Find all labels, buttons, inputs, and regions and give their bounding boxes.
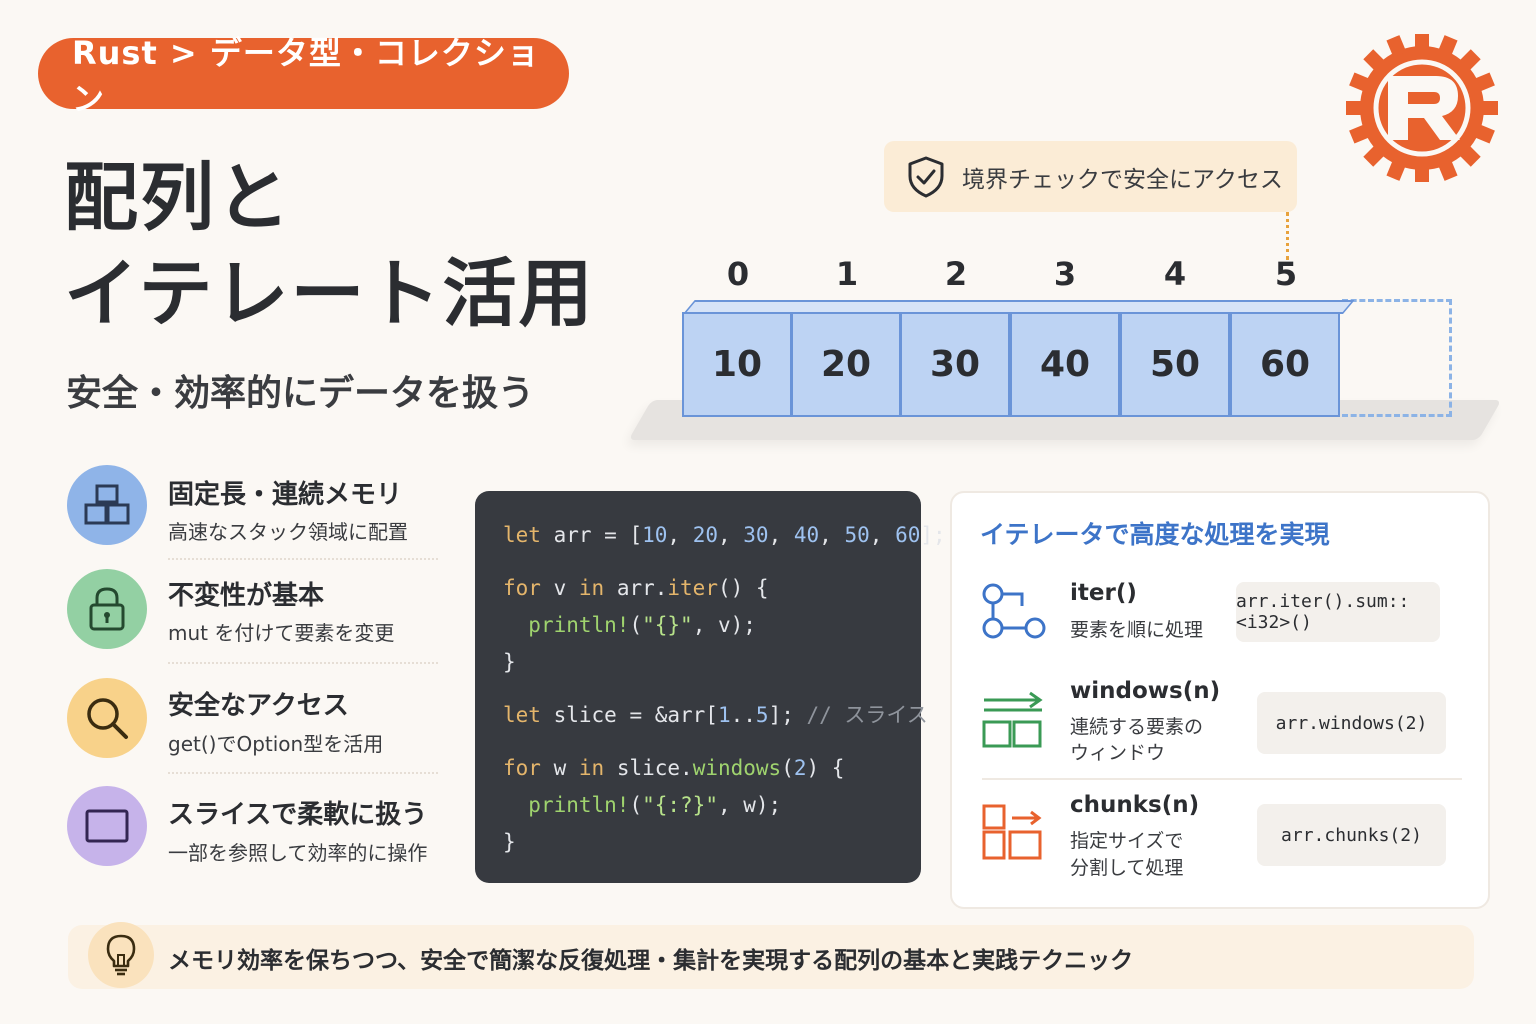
page-subtitle: 安全・効率的にデータを扱う xyxy=(66,373,535,414)
code-line: } xyxy=(503,650,516,674)
shield-check-icon xyxy=(908,156,944,197)
iterator-heading: イテレータで高度な処理を実現 xyxy=(980,520,1330,549)
code-block: let arr = [10, 20, 30, 40, 50, 60]; for … xyxy=(475,491,946,883)
array-cell: 30 xyxy=(900,312,1010,417)
code-line: for v in arr.iter() { xyxy=(503,576,769,600)
array-index: 5 xyxy=(1274,255,1298,293)
feature-icon-bg xyxy=(67,569,147,649)
divider xyxy=(168,558,438,560)
array-index: 0 xyxy=(726,255,750,293)
feature-desc: 一部を参照して効率的に操作 xyxy=(168,841,428,865)
feature-desc: get()でOption型を活用 xyxy=(168,732,384,756)
code-example-chip: arr.windows(2) xyxy=(1257,692,1446,754)
page-title: 配列と イテレート活用 xyxy=(64,150,595,342)
array-index: 1 xyxy=(835,255,859,293)
divider xyxy=(982,778,1462,780)
iterator-desc: 指定サイズで xyxy=(1070,830,1184,852)
divider xyxy=(168,772,438,774)
iterator-name: chunks(n) xyxy=(1070,792,1200,818)
array-cell: 10 xyxy=(682,312,792,417)
feature-title: 安全なアクセス xyxy=(168,691,349,721)
rust-logo xyxy=(1346,34,1498,182)
feature-desc: mut を付けて要素を変更 xyxy=(168,621,395,645)
feature-desc: 高速なスタック領域に配置 xyxy=(168,520,408,544)
lightbulb-icon xyxy=(106,934,136,976)
footer-text: メモリ効率を保ちつつ、安全で簡潔な反復処理・集計を実現する配列の基本と実践テクニ… xyxy=(168,948,1134,974)
feature-icon-bg xyxy=(67,678,147,758)
callout-connector xyxy=(1286,212,1289,260)
code-line: let slice = &arr[1..5]; // スライス xyxy=(503,703,928,727)
flow-nodes-icon xyxy=(982,583,1046,639)
array-index: 4 xyxy=(1163,255,1187,293)
slice-icon xyxy=(85,809,129,843)
chunk-boxes-icon xyxy=(982,804,1042,860)
array-cell: 40 xyxy=(1010,312,1120,417)
code-line: let arr = [10, 20, 30, 40, 50, 60]; xyxy=(503,523,946,547)
out-of-bounds-slot xyxy=(1342,299,1452,417)
array-index: 3 xyxy=(1053,255,1077,293)
feature-title: スライスで柔軟に扱う xyxy=(168,800,428,830)
iterator-desc: 要素を順に処理 xyxy=(1070,619,1204,641)
blocks-icon xyxy=(84,484,130,525)
code-example-chip: arr.chunks(2) xyxy=(1257,804,1446,866)
array-cell: 60 xyxy=(1230,312,1340,417)
title-line-1: 配列と xyxy=(64,155,292,241)
code-example-chip: arr.iter().sum::<i32>() xyxy=(1236,582,1440,642)
breadcrumb[interactable]: Rust > データ型・コレクション xyxy=(38,34,569,118)
divider xyxy=(168,662,438,664)
iterator-desc: 連続する要素の xyxy=(1070,716,1204,738)
window-boxes-icon xyxy=(982,691,1043,748)
array-index: 2 xyxy=(944,255,968,293)
iterator-name: iter() xyxy=(1070,580,1137,606)
feature-title: 不変性が基本 xyxy=(168,581,325,611)
callout-text: 境界チェックで安全にアクセス xyxy=(962,166,1283,193)
code-line: } xyxy=(503,830,516,854)
code-line: println!("{:?}", w); xyxy=(528,793,782,817)
iterator-name: windows(n) xyxy=(1070,678,1221,704)
array-cell: 20 xyxy=(791,312,901,417)
code-line: println!("{}", v); xyxy=(528,613,756,637)
search-icon xyxy=(87,698,128,739)
iterator-desc: 分割して処理 xyxy=(1070,857,1184,879)
footer-icon-bg xyxy=(88,922,154,988)
iterator-desc: ウィンドウ xyxy=(1070,742,1166,764)
feature-title: 固定長・連続メモリ xyxy=(168,480,403,510)
bounds-check-callout: 境界チェックで安全にアクセス xyxy=(884,141,1297,212)
feature-icon-bg xyxy=(67,465,147,545)
lock-icon xyxy=(89,587,125,631)
title-line-2: イテレート活用 xyxy=(64,251,595,337)
feature-icon-bg xyxy=(67,786,147,866)
code-line: for w in slice.windows(2) { xyxy=(503,756,845,780)
array-cell: 50 xyxy=(1120,312,1230,417)
